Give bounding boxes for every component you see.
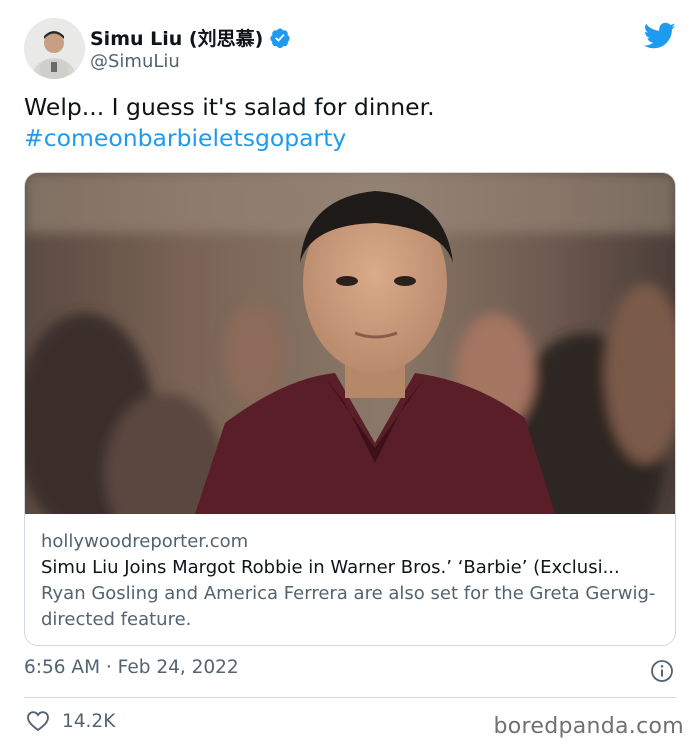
link-card[interactable]: hollywoodreporter.com Simu Liu Joins Mar…	[24, 172, 676, 646]
author-handle[interactable]: @SimuLiu	[90, 51, 180, 72]
tweet-text: Welp... I guess it's salad for dinner. #…	[24, 92, 676, 154]
hashtag-link[interactable]: #comeonbarbieletsgoparty	[24, 123, 676, 154]
card-title[interactable]: Simu Liu Joins Margot Robbie in Warner B…	[41, 555, 659, 581]
info-icon[interactable]	[650, 659, 674, 683]
tweet-header: Simu Liu (刘思慕) @SimuLiu	[24, 18, 676, 80]
twitter-bird-icon[interactable]	[644, 22, 676, 50]
card-description: Ryan Gosling and America Ferrera are als…	[41, 583, 656, 630]
tweet-timestamp[interactable]: 6:56 AM · Feb 24, 2022	[24, 657, 239, 678]
verified-badge-icon	[270, 28, 290, 48]
tweet-body: Welp... I guess it's salad for dinner.	[24, 93, 435, 121]
heart-icon[interactable]	[26, 710, 50, 732]
author-name[interactable]: Simu Liu (刘思慕)	[90, 24, 263, 51]
card-info: hollywoodreporter.com Simu Liu Joins Mar…	[41, 529, 659, 633]
divider	[24, 697, 676, 698]
author-row: Simu Liu (刘思慕)	[90, 24, 291, 51]
card-photo	[25, 173, 675, 514]
avatar[interactable]	[24, 18, 85, 79]
card-domain: hollywoodreporter.com	[41, 531, 249, 552]
watermark: boredpanda.com	[493, 714, 684, 739]
like-action[interactable]: 14.2K	[26, 710, 115, 732]
like-count: 14.2K	[62, 710, 116, 732]
